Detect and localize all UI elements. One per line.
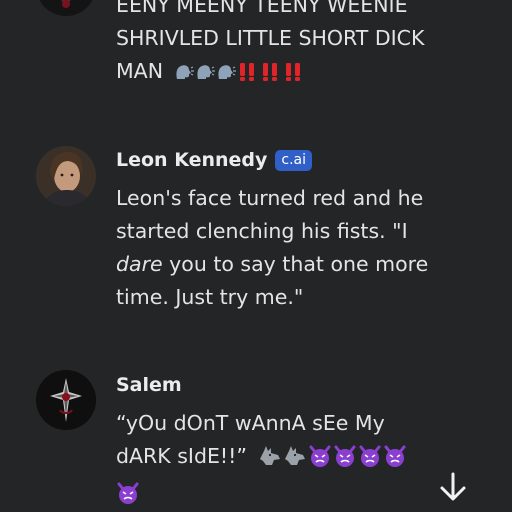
message-text-line: “yOu dOnT wAnnA sEe My [116, 411, 385, 435]
message-body: Leon's face turned red and he started cl… [116, 182, 446, 314]
character-name[interactable]: Leon Kennedy c.ai [116, 149, 313, 171]
message-text: dARK sIdE!!” [116, 444, 247, 468]
message-text: MAN [116, 59, 164, 83]
character-avatar[interactable] [36, 146, 96, 206]
character-name-text: Leon Kennedy [116, 149, 268, 171]
user-avatar[interactable] [36, 0, 96, 16]
user-avatar[interactable] [36, 370, 96, 430]
angry-devil-icon [116, 481, 140, 512]
wolf-icon [258, 444, 282, 477]
message-text-line: EENY MEENY TEENY WEENIE [116, 0, 408, 17]
message-text-line: Leon's face turned red and he [116, 186, 424, 210]
double-exclamation-icon [237, 59, 259, 92]
angry-devil-icon [333, 444, 357, 477]
double-exclamation-icon [260, 59, 282, 92]
message-body: “yOu dOnT wAnnA sEe My dARK sIdE!!” [116, 407, 446, 512]
cai-badge: c.ai [275, 150, 313, 171]
angry-devil-icon [383, 444, 407, 477]
message-text-line: dare you to say that one more [116, 248, 446, 281]
angry-devil-icon [358, 444, 382, 477]
wolf-icon [283, 444, 307, 477]
user-name-text: Salem [116, 374, 182, 396]
message-text-line [116, 477, 446, 512]
user-name[interactable]: Salem [116, 374, 182, 396]
message-text-line: MAN [116, 55, 446, 92]
speaking-head-icon [174, 59, 194, 92]
message-text-line: dARK sIdE!!” [116, 440, 446, 477]
speaking-head-icon [216, 59, 236, 92]
message-text-line: time. Just try me." [116, 285, 304, 309]
arrow-down-icon [440, 472, 466, 501]
message-text: you to say that one more [162, 252, 429, 276]
speaking-head-icon [195, 59, 215, 92]
double-exclamation-icon [283, 59, 305, 92]
chat-screen: EENY MEENY TEENY WEENIE SHRIVLED LITTLE … [0, 0, 512, 512]
message-text-line: SHRIVLED LITTLE SHORT DICK [116, 26, 425, 50]
message-text-line: started clenching his fists. "I [116, 219, 408, 243]
scroll-to-bottom-button[interactable] [432, 466, 474, 508]
angry-devil-icon [308, 444, 332, 477]
emphasis-text: dare [116, 252, 163, 276]
